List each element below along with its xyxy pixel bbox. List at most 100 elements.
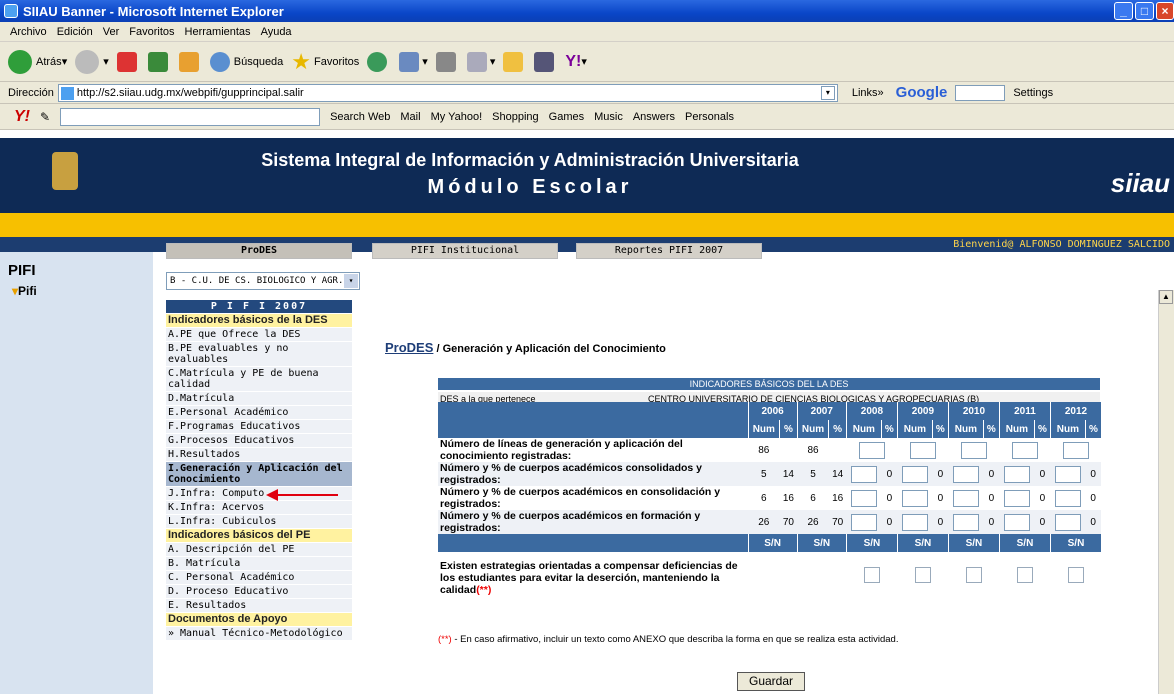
value-input[interactable] [952,513,979,531]
minimize-button[interactable]: _ [1114,2,1133,20]
value-input[interactable] [1011,441,1038,459]
search-web-button[interactable]: Search Web [330,111,390,123]
forward-button[interactable]: ▾ [75,49,109,74]
menu-item[interactable]: E. Resultados [166,599,352,613]
my-yahoo-link[interactable]: My Yahoo! [431,111,483,123]
menu-item[interactable]: G.Procesos Educativos [166,434,352,448]
menu-section-header: Documentos de Apoyo [166,613,352,627]
menu-edicion[interactable]: Edición [57,26,93,38]
menu-herramientas[interactable]: Herramientas [185,26,251,38]
folder-button[interactable] [503,51,526,72]
tab-pifi-institucional[interactable]: PIFI Institucional [372,243,558,259]
menu-ayuda[interactable]: Ayuda [261,26,292,38]
save-button[interactable]: Guardar [737,672,805,691]
menu-item[interactable]: D.Matrícula [166,392,352,406]
answers-link[interactable]: Answers [633,111,675,123]
favorites-button[interactable]: ★ Favoritos [291,49,359,75]
stop-button[interactable] [116,51,140,72]
strategy-checkbox[interactable] [1016,566,1033,583]
menu-item[interactable]: B.PE evaluables y no evaluables [166,342,352,367]
value-input[interactable] [850,513,877,531]
close-button[interactable]: × [1156,2,1174,20]
value-input[interactable] [901,513,928,531]
value-input[interactable] [1054,489,1081,507]
menu-ver[interactable]: Ver [103,26,120,38]
tab-prodes[interactable]: ProDES [166,243,352,259]
breadcrumb-prodes-link[interactable]: ProDES [385,340,433,355]
music-link[interactable]: Music [594,111,623,123]
edit-button[interactable]: ▾ [466,51,495,72]
history-button[interactable] [367,51,391,72]
value-input[interactable] [1003,489,1030,507]
print-button[interactable] [435,51,459,72]
value-input[interactable] [850,465,877,483]
stop-icon [116,51,137,72]
menu-item[interactable]: B. Matrícula [166,557,352,571]
scrollbar[interactable]: ▲ [1158,290,1174,694]
menu-item[interactable]: C.Matrícula y PE de buena calidad [166,367,352,392]
value-input[interactable] [1054,513,1081,531]
shopping-link[interactable]: Shopping [492,111,539,123]
back-button[interactable]: Atrás ▾ [8,49,67,74]
sn-header: S/N [845,534,898,552]
value-2006: 5 [748,462,780,486]
menu-item[interactable]: C. Personal Académico [166,571,352,585]
links-label[interactable]: Links [852,87,878,99]
strategy-checkbox[interactable] [863,566,880,583]
yahoo-search-input[interactable] [60,107,321,126]
menu-item[interactable]: K.Infra: Acervos [166,501,352,515]
value-input[interactable] [901,465,928,483]
value-input[interactable] [1003,513,1030,531]
yahoo-logo-icon[interactable]: Y! [14,108,30,126]
value-input[interactable] [1054,465,1081,483]
menu-item[interactable]: A.PE que Ofrece la DES [166,328,352,342]
tab-reportes[interactable]: Reportes PIFI 2007 [576,243,762,259]
address-dropdown-icon[interactable]: ▾ [820,85,835,100]
search-button[interactable]: Búsqueda [209,51,283,72]
value-input[interactable] [952,489,979,507]
menu-archivo[interactable]: Archivo [10,26,47,38]
mail-button[interactable]: ▾ [399,51,428,72]
value-input[interactable] [909,441,936,459]
value-input[interactable] [960,441,987,459]
games-link[interactable]: Games [549,111,584,123]
menu-item[interactable]: H.Resultados [166,448,352,462]
sn-header: S/N [947,534,1000,552]
print-icon [435,51,456,72]
pencil-icon[interactable]: ✎ [40,110,50,124]
menu-item[interactable]: I.Generación y Aplicación del Conocimien… [166,462,352,487]
maximize-button[interactable]: □ [1135,2,1154,20]
google-search-input[interactable] [955,84,1006,101]
mail-link[interactable]: Mail [400,111,420,123]
pct-value: 0 [1034,462,1051,486]
value-input[interactable] [858,441,885,459]
value-input[interactable] [1062,441,1089,459]
personals-link[interactable]: Personals [685,111,734,123]
value-2006: 26 [748,510,780,534]
menu-favoritos[interactable]: Favoritos [129,26,174,38]
home-button[interactable] [178,51,202,72]
value-input[interactable] [901,489,928,507]
settings-button[interactable]: Settings [1013,87,1053,99]
messenger-button[interactable] [534,51,557,72]
menu-item[interactable]: D. Proceso Educativo [166,585,352,599]
des-select[interactable]: B - C.U. DE CS. BIOLOGICO Y AGR. ▾ [166,272,360,290]
value-input[interactable] [850,489,877,507]
menu-item[interactable]: L.Infra: Cubiculos [166,515,352,529]
menu-item[interactable]: A. Descripción del PE [166,543,352,557]
menu-item[interactable]: F.Programas Educativos [166,420,352,434]
menu-item[interactable]: » Manual Técnico-Metodológico [166,627,352,641]
address-input[interactable]: http://s2.siiau.udg.mx/webpifi/gupprinci… [57,83,838,102]
menu-item[interactable]: E.Personal Académico [166,406,352,420]
yahoo-messenger-button[interactable]: Y! ▾ [565,53,587,71]
value-input[interactable] [1003,465,1030,483]
strategy-checkbox[interactable] [965,566,982,583]
sidebar-item-pifi[interactable]: ▾Pifi [12,284,37,298]
refresh-button[interactable] [147,51,171,72]
year-header: 2007 [796,402,847,420]
scroll-up-icon[interactable]: ▲ [1159,290,1173,304]
strategy-checkbox[interactable] [914,566,931,583]
sidebar-title: PIFI [8,262,36,279]
strategy-checkbox[interactable] [1067,566,1084,583]
value-input[interactable] [952,465,979,483]
